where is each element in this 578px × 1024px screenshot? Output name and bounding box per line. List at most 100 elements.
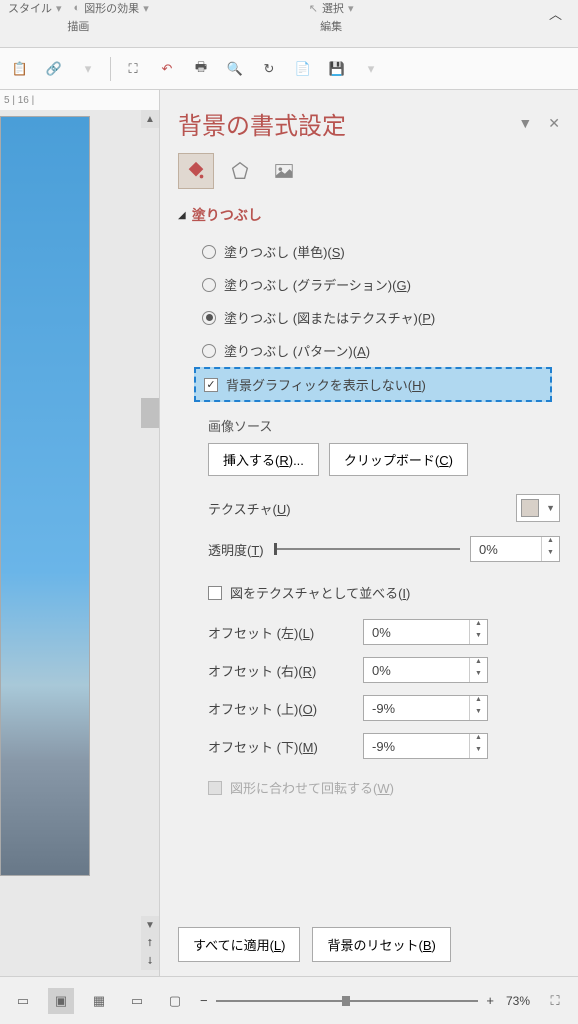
link-icon[interactable]: 🔗: [42, 57, 66, 81]
fill-pattern-radio[interactable]: 塗りつぶし (パターン)(A): [202, 334, 560, 367]
transparency-label: 透明度(T): [208, 540, 264, 559]
spin-up-icon[interactable]: ▲: [470, 658, 487, 670]
zoom-thumb[interactable]: [342, 996, 350, 1006]
transparency-slider[interactable]: [274, 548, 460, 550]
fill-type-radio-group: 塗りつぶし (単色)(S) 塗りつぶし (グラデーション)(G) 塗りつぶし (…: [178, 235, 560, 367]
slider-thumb[interactable]: [274, 543, 277, 555]
radio-icon: [202, 278, 216, 292]
offset-top-label: オフセット (上)(O): [208, 699, 363, 718]
effects-label[interactable]: 図形の効果: [84, 0, 139, 16]
offset-bottom-label: オフセット (下)(M): [208, 737, 363, 756]
transparency-row: 透明度(T) 0% ▲▼: [208, 536, 560, 562]
paste-icon[interactable]: 📋: [8, 57, 32, 81]
dropdown-icon[interactable]: ▾: [76, 57, 100, 81]
collapse-arrow-icon: ◢: [178, 210, 186, 221]
effects-tab-icon[interactable]: [222, 153, 258, 189]
scroll-thumb[interactable]: [141, 398, 159, 428]
radio-checked-icon: [202, 311, 216, 325]
save-icon[interactable]: 💾: [325, 57, 349, 81]
select-label[interactable]: 選択: [322, 0, 344, 16]
texture-row: テクスチャ(U) ▼: [208, 494, 560, 522]
spin-down-icon[interactable]: ▼: [470, 708, 487, 720]
fill-gradient-radio[interactable]: 塗りつぶし (グラデーション)(G): [202, 268, 560, 301]
zoom-out-icon[interactable]: −: [200, 993, 208, 1008]
zoom-slider[interactable]: − +: [200, 993, 494, 1008]
spin-down-icon[interactable]: ▼: [470, 670, 487, 682]
undo-icon[interactable]: ↶: [155, 57, 179, 81]
fill-picture-radio[interactable]: 塗りつぶし (図またはテクスチャ)(P): [202, 301, 560, 334]
offset-right-label: オフセット (右)(R): [208, 661, 363, 680]
offset-bottom-input[interactable]: -9% ▲▼: [363, 733, 488, 759]
vertical-scrollbar[interactable]: ▲ ▼ ⭡ ⭣: [141, 110, 159, 970]
scroll-down-icon[interactable]: ▼: [141, 916, 159, 934]
ruler: 5 | 16 |: [0, 90, 159, 110]
format-background-panel: 背景の書式設定 ▼ ✕ ◢ 塗りつぶし 塗りつぶし (単色)(S: [160, 90, 578, 976]
checkbox-checked-icon: [204, 378, 218, 392]
texture-dropdown[interactable]: ▼: [516, 494, 560, 522]
reading-view-icon[interactable]: ▭: [124, 988, 150, 1014]
spin-down-icon[interactable]: ▼: [470, 632, 487, 644]
image-source-label: 画像ソース: [208, 416, 560, 435]
checkbox-icon: [208, 586, 222, 600]
ribbon-edit-group: ↖ 選択 ▾ 編集: [309, 0, 354, 34]
new-icon[interactable]: 📄: [291, 57, 315, 81]
refresh-icon[interactable]: ↻: [257, 57, 281, 81]
transparency-input[interactable]: 0% ▲▼: [470, 536, 560, 562]
slide-thumbnail[interactable]: [0, 116, 90, 876]
style-label[interactable]: スタイル: [8, 0, 52, 16]
spin-up-icon[interactable]: ▲: [470, 696, 487, 708]
image-source-section: 画像ソース 挿入する(R)... クリップボード(C) テクスチャ(U) ▼ 透…: [178, 416, 560, 804]
scroll-up-icon[interactable]: ▲: [141, 110, 159, 128]
slideshow-view-icon[interactable]: ▢: [162, 988, 188, 1014]
hide-background-graphics-checkbox[interactable]: 背景グラフィックを表示しない(H): [194, 367, 552, 402]
apply-all-button[interactable]: すべてに適用(L): [178, 927, 300, 962]
close-panel-icon[interactable]: ✕: [548, 115, 560, 132]
fill-tab-icon[interactable]: [178, 153, 214, 189]
spin-up-icon[interactable]: ▲: [470, 734, 487, 746]
offset-left-row: オフセット (左)(L) 0% ▲▼: [208, 619, 560, 645]
picture-tab-icon[interactable]: [266, 153, 302, 189]
fit-icon[interactable]: ⛶: [121, 57, 145, 81]
spin-up-icon[interactable]: ▲: [470, 620, 487, 632]
panel-menu-icon[interactable]: ▼: [518, 115, 532, 132]
reset-background-button[interactable]: 背景のリセット(B): [312, 927, 450, 962]
offset-left-input[interactable]: 0% ▲▼: [363, 619, 488, 645]
zoom-in-icon[interactable]: +: [486, 993, 494, 1008]
print-icon[interactable]: 🖶: [189, 57, 213, 81]
drawing-group-label: 描画: [67, 18, 89, 34]
fill-section-header[interactable]: ◢ 塗りつぶし: [178, 205, 560, 225]
offset-right-input[interactable]: 0% ▲▼: [363, 657, 488, 683]
prev-slide-icon[interactable]: ⭡: [141, 934, 159, 952]
offset-top-input[interactable]: -9% ▲▼: [363, 695, 488, 721]
format-tabs: [178, 153, 560, 189]
spin-up-icon[interactable]: ▲: [542, 537, 559, 549]
notes-view-icon[interactable]: ▭: [10, 988, 36, 1014]
spin-down-icon[interactable]: ▼: [542, 549, 559, 561]
more-icon[interactable]: ▾: [359, 57, 383, 81]
ribbon-drawing-group: スタイル ▾ ◐ 図形の効果 ▾ 描画: [8, 0, 149, 34]
texture-swatch-icon: [521, 499, 539, 517]
sorter-view-icon[interactable]: ▦: [86, 988, 112, 1014]
spin-down-icon[interactable]: ▼: [470, 746, 487, 758]
fit-window-icon[interactable]: ⛶: [542, 988, 568, 1014]
scroll-track[interactable]: [141, 128, 159, 916]
rotate-with-shape-checkbox: 図形に合わせて回転する(W): [208, 771, 560, 804]
offset-bottom-row: オフセット (下)(M) -9% ▲▼: [208, 733, 560, 759]
panel-header: 背景の書式設定 ▼ ✕: [178, 106, 560, 141]
offset-left-label: オフセット (左)(L): [208, 623, 363, 642]
normal-view-icon[interactable]: ▣: [48, 988, 74, 1014]
checkbox-disabled-icon: [208, 781, 222, 795]
collapse-ribbon-button[interactable]: ︿: [541, 0, 570, 27]
main-area: 5 | 16 | ▲ ▼ ⭡ ⭣ 背景の書式設定 ▼ ✕: [0, 90, 578, 976]
clipboard-button[interactable]: クリップボード(C): [329, 443, 468, 476]
next-slide-icon[interactable]: ⭣: [141, 952, 159, 970]
tile-texture-checkbox[interactable]: 図をテクスチャとして並べる(I): [208, 576, 560, 609]
fill-solid-radio[interactable]: 塗りつぶし (単色)(S): [202, 235, 560, 268]
insert-image-button[interactable]: 挿入する(R)...: [208, 443, 319, 476]
fill-section-title: 塗りつぶし: [192, 205, 262, 225]
zoom-track[interactable]: [216, 1000, 479, 1002]
zoom-percentage[interactable]: 73%: [506, 994, 530, 1008]
zoom-icon[interactable]: 🔍: [223, 57, 247, 81]
panel-bottom-buttons: すべてに適用(L) 背景のリセット(B): [178, 927, 560, 962]
radio-icon: [202, 245, 216, 259]
